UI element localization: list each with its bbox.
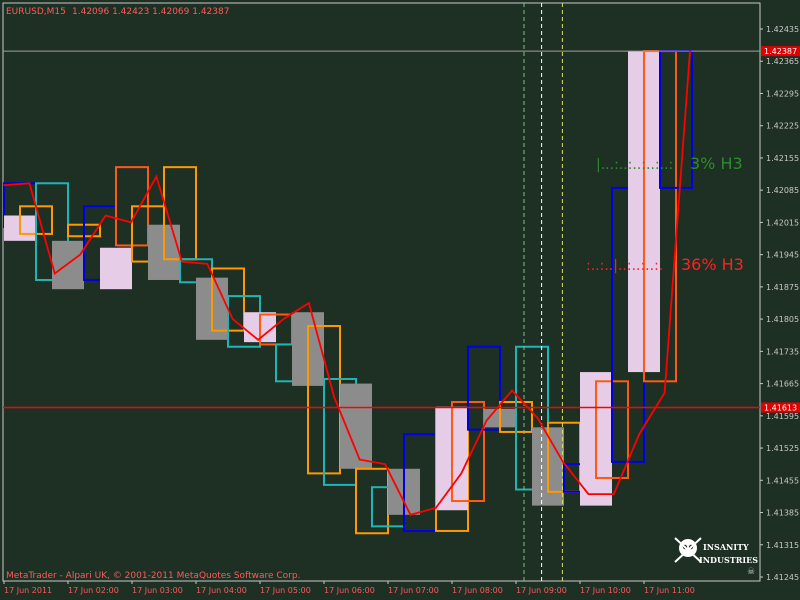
time-tick-label: 17 Jun 03:00: [132, 586, 183, 595]
price-tick-label: 1.42085: [766, 186, 799, 195]
series-point: [638, 433, 640, 436]
series-point: [562, 461, 564, 463]
series-point: [28, 182, 31, 185]
series-point: [689, 50, 691, 52]
price-tick-label: 1.41385: [766, 509, 799, 518]
time-tick-label: 17 Jun 11:00: [644, 586, 695, 595]
price-chart: EURUSD,M15 1.42096 1.42423 1.42069 1.423…: [0, 0, 800, 600]
symbol-label: EURUSD,M15: [6, 7, 66, 17]
series-point: [130, 221, 132, 224]
series-point: [358, 458, 361, 461]
series-point: [308, 302, 310, 304]
time-tick-label: 17 Jun 06:00: [324, 586, 375, 595]
small-skull-icon: ☠: [747, 567, 755, 577]
price-tick-label: 1.41875: [766, 283, 799, 292]
series-point: [257, 339, 259, 341]
price-tick-label: 1.41945: [766, 251, 799, 260]
indicator-block: [52, 240, 84, 290]
series-point: [460, 472, 463, 475]
logo-line2: INDUSTRIES: [699, 555, 758, 565]
series-point: [79, 253, 82, 256]
series-point: [536, 417, 539, 419]
price-tick-label: 1.41525: [766, 444, 799, 453]
series-point: [333, 396, 336, 399]
series-point: [231, 318, 234, 320]
time-tick-label: 17 Jun 10:00: [580, 586, 631, 595]
time-tick-label: 17 Jun 02:00: [68, 586, 119, 595]
copyright-text: MetaTrader - Alpari UK, © 2001-2011 Meta…: [6, 571, 300, 581]
price-marker-label: 1.41613: [764, 404, 797, 413]
red-fib-prefix: :..:..|..:..:..:.: [586, 258, 663, 274]
series-point: [155, 175, 158, 178]
price-tick-label: 1.41595: [766, 412, 799, 421]
price-tick-label: 1.41665: [766, 380, 799, 389]
series-point: [485, 419, 488, 422]
series-point: [54, 272, 56, 275]
price-tick-label: 1.41245: [766, 573, 799, 582]
series-point: [181, 260, 183, 263]
price-tick-label: 1.42155: [766, 154, 799, 163]
time-tick-label: 17 Jun 08:00: [452, 586, 503, 595]
price-tick-label: 1.41735: [766, 347, 799, 356]
price-tick-label: 1.42365: [766, 57, 799, 66]
green-fib-label: 3% H3: [690, 154, 743, 173]
ohlc-values: 1.42096 1.42423 1.42069 1.42387: [72, 7, 229, 17]
series-point: [3, 184, 5, 186]
indicator-block: [340, 383, 372, 469]
green-fib-prefix: |...:..:..:..:..:: [596, 157, 673, 173]
series-point: [511, 389, 513, 392]
time-tick-label: 17 Jun 09:00: [516, 586, 567, 595]
time-tick-label: 17 Jun 2011: [4, 586, 52, 595]
logo-line1: INSANITY: [703, 542, 749, 552]
series-point: [409, 514, 412, 516]
time-tick-label: 17 Jun 07:00: [388, 586, 439, 595]
price-tick-label: 1.41455: [766, 476, 799, 485]
series-point: [384, 463, 386, 465]
time-tick-label: 17 Jun 05:00: [260, 586, 311, 595]
price-tick-label: 1.41805: [766, 315, 799, 324]
series-point: [206, 263, 209, 265]
time-tick-label: 17 Jun 04:00: [196, 586, 247, 595]
series-point: [282, 318, 285, 320]
indicator-block: [100, 247, 132, 290]
price-tick-label: 1.41315: [766, 541, 799, 550]
price-tick-label: 1.42015: [766, 218, 799, 227]
red-fib-label: 36% H3: [681, 255, 744, 274]
price-tick-label: 1.42225: [766, 122, 799, 131]
series-point: [663, 391, 666, 394]
price-tick-label: 1.42435: [766, 25, 799, 34]
series-point: [612, 493, 615, 495]
series-point: [104, 214, 107, 217]
series-point: [587, 493, 590, 495]
price-marker-label: 1.42387: [764, 47, 797, 56]
price-tick-label: 1.42295: [766, 89, 799, 98]
series-point: [435, 507, 437, 509]
chart-window: EURUSD,M15 1.42096 1.42423 1.42069 1.423…: [0, 0, 800, 600]
